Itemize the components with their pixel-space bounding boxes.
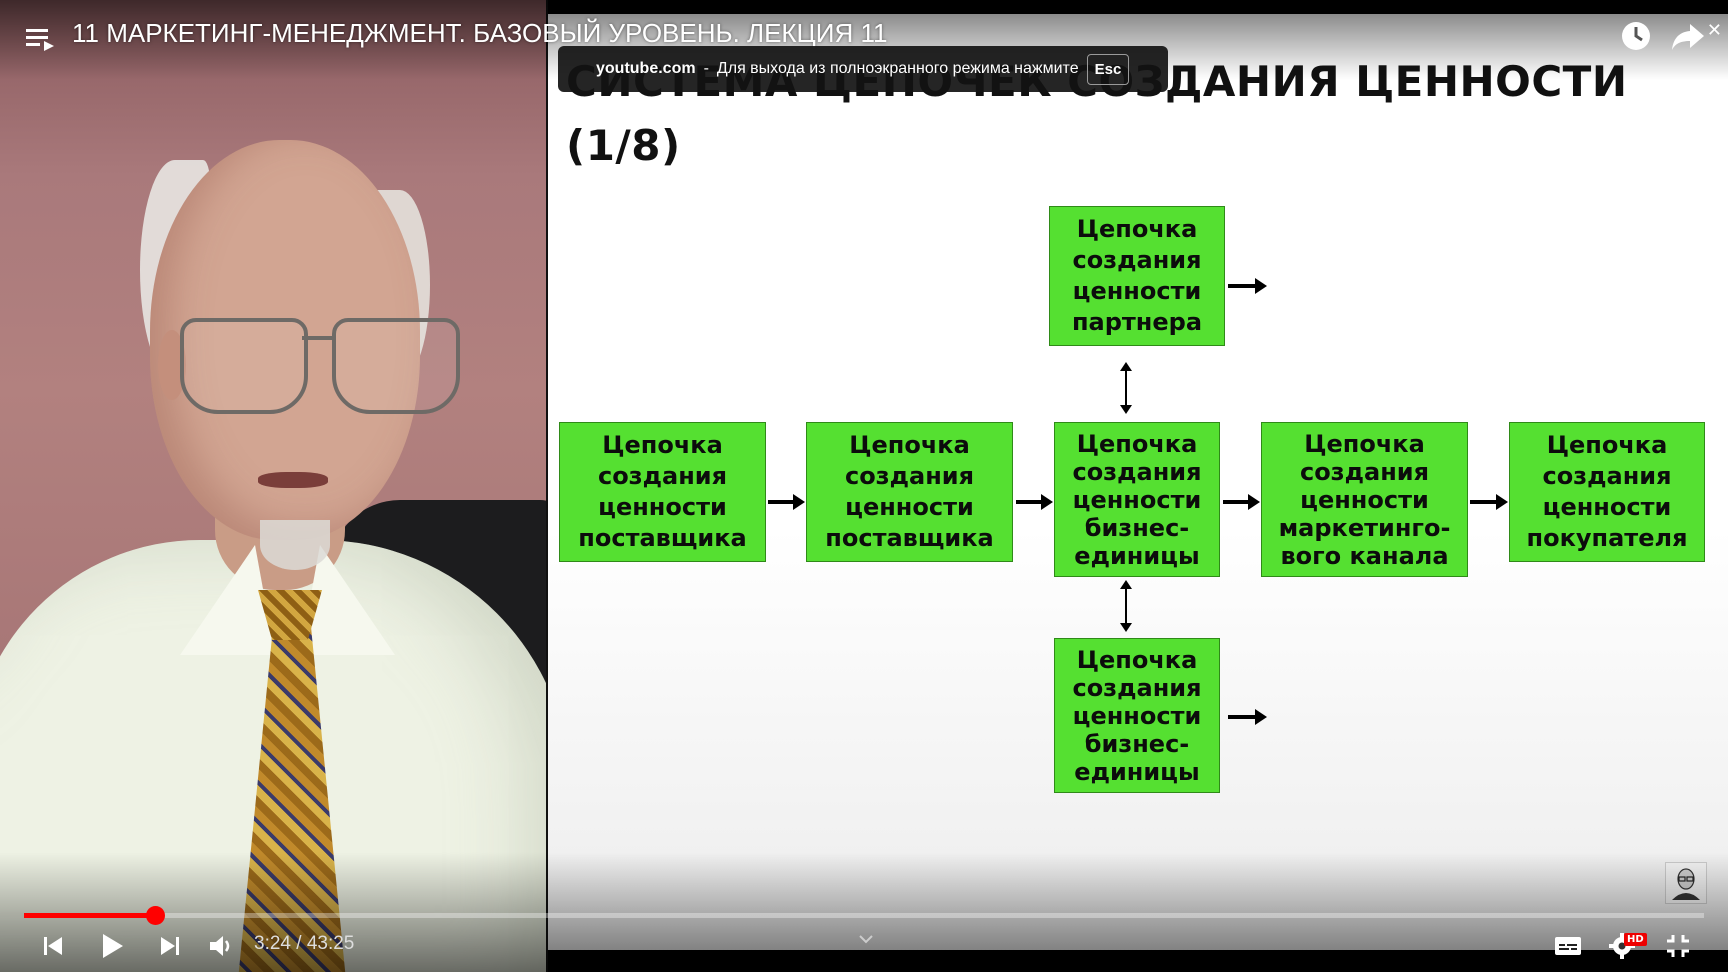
next-button[interactable] xyxy=(150,928,190,964)
watch-later-button[interactable] xyxy=(1616,16,1656,56)
notice-separator: - xyxy=(703,60,709,77)
glasses-lens-right xyxy=(332,318,460,414)
channel-value-chain-box: Цепочка создания ценности маркетинго- во… xyxy=(1261,422,1468,577)
subtitles-icon xyxy=(1555,937,1581,955)
time-display: 3:24 / 43:25 xyxy=(254,933,355,954)
skip-next-icon xyxy=(161,937,179,955)
presenter-glasses xyxy=(180,318,460,418)
skip-previous-icon xyxy=(44,937,62,955)
presenter-beard xyxy=(260,520,330,570)
customer-value-chain-box: Цепочка создания ценности покупателя xyxy=(1509,422,1705,562)
lecture-slide: СИСТЕМА ЦЕПОЧЕК СОЗДАНИЯ ЦЕННОСТИ (1/8) … xyxy=(548,14,1728,950)
supplier-value-chain-box-2: Цепочка создания ценности поставщика xyxy=(806,422,1013,562)
share-button[interactable] xyxy=(1668,16,1708,56)
video-title[interactable]: 11 МАРКЕТИНГ-МЕНЕДЖМЕНТ. БАЗОВЫЙ УРОВЕНЬ… xyxy=(72,18,887,49)
fullscreen-notice: youtube.com - Для выхода из полноэкранно… xyxy=(558,46,1168,92)
playlist-button[interactable] xyxy=(24,24,58,54)
arrow-right xyxy=(1228,278,1267,294)
supplier-box-2-label: Цепочка создания ценности поставщика xyxy=(825,431,994,552)
progress-bar[interactable] xyxy=(24,906,1704,925)
progress-scrubber[interactable] xyxy=(146,906,166,925)
supplier-box-1-label: Цепочка создания ценности поставщика xyxy=(578,431,747,552)
arrow-right xyxy=(768,494,805,510)
more-videos-button[interactable] xyxy=(854,930,878,948)
business-unit-value-chain-box-2: Цепочка создания ценности бизнес- единиц… xyxy=(1054,638,1220,793)
glasses-lens-left xyxy=(180,318,308,414)
playlist-icon xyxy=(26,29,54,51)
esc-key-badge: Esc xyxy=(1086,53,1130,85)
previous-button[interactable] xyxy=(33,928,73,964)
exit-fullscreen-icon xyxy=(1667,935,1689,957)
arrow-right xyxy=(1470,494,1508,510)
play-icon xyxy=(103,934,123,958)
channel-box-label: Цепочка создания ценности маркетинго- во… xyxy=(1278,429,1451,570)
hd-badge: HD xyxy=(1624,933,1647,946)
progress-played xyxy=(24,913,156,918)
partner-value-chain-box: Цепочка создания ценности партнера xyxy=(1049,206,1225,346)
supplier-value-chain-box-1: Цепочка создания ценности поставщика xyxy=(559,422,766,562)
volume-icon xyxy=(210,936,230,956)
business-unit-2-box-label: Цепочка создания ценности бизнес- единиц… xyxy=(1072,645,1202,786)
exit-fullscreen-button[interactable] xyxy=(1658,928,1698,964)
arrow-right xyxy=(1223,494,1260,510)
business-unit-value-chain-box: Цепочка создания ценности бизнес- единиц… xyxy=(1054,422,1220,577)
volume-button[interactable] xyxy=(202,928,242,964)
chevron-down-icon xyxy=(859,935,873,944)
customer-box-label: Цепочка создания ценности покупателя xyxy=(1526,431,1688,552)
notice-domain: youtube.com xyxy=(596,60,696,77)
arrow-vertical-double xyxy=(1120,580,1132,632)
presenter-video xyxy=(0,0,546,972)
slide-title-line2: (1/8) xyxy=(566,121,681,170)
close-icon[interactable]: ✕ xyxy=(1707,20,1722,41)
business-unit-box-label: Цепочка создания ценности бизнес- единиц… xyxy=(1072,429,1202,570)
share-icon xyxy=(1672,24,1704,50)
arrow-right xyxy=(1228,709,1267,725)
glasses-bridge xyxy=(302,336,334,340)
notice-message: Для выхода из полноэкранного режима нажм… xyxy=(716,60,1079,77)
shirt-collar-left xyxy=(180,545,275,655)
presenter-mouth xyxy=(258,472,328,488)
arrow-right xyxy=(1016,494,1053,510)
partner-box-label: Цепочка создания ценности партнера xyxy=(1071,215,1203,336)
clock-icon xyxy=(1622,22,1650,50)
subtitles-button[interactable] xyxy=(1548,928,1588,964)
arrow-vertical-double xyxy=(1120,362,1132,414)
play-button[interactable] xyxy=(92,928,132,964)
